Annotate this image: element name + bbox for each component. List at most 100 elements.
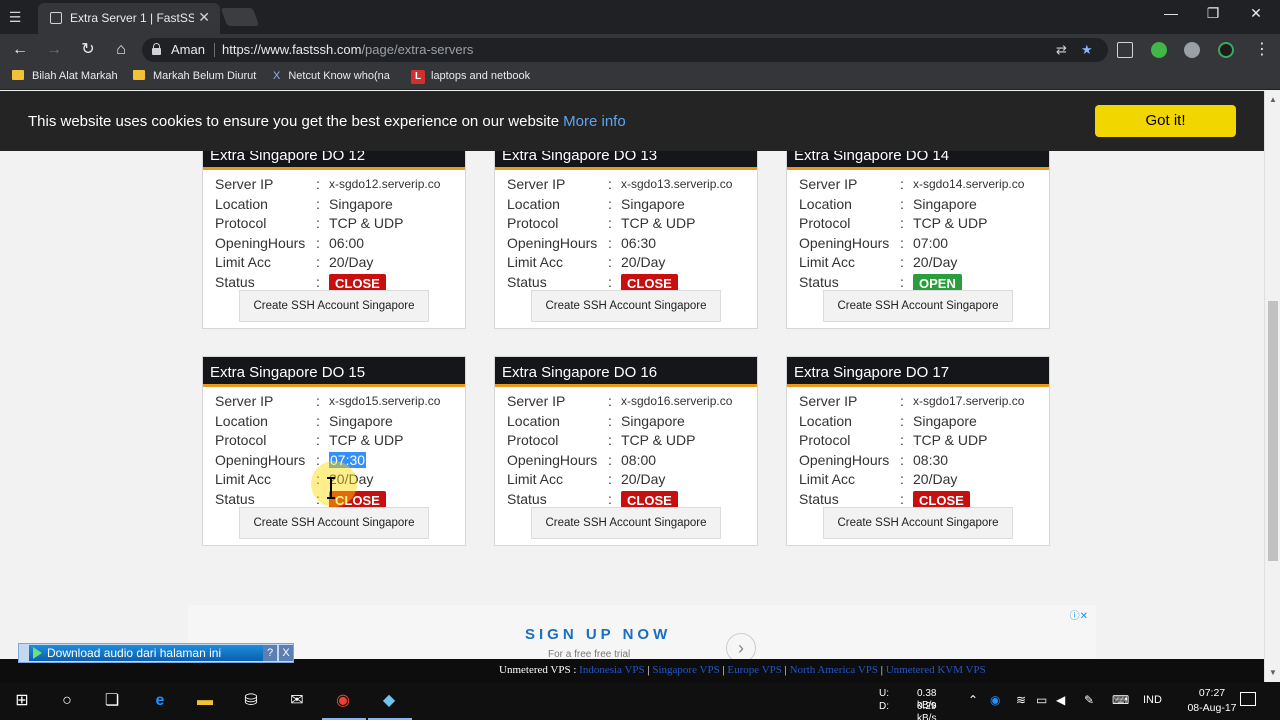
colon: : [608,195,612,212]
value-text: 20/Day [913,471,958,488]
detail-row: Server IP: x-sgdo12.serverip.co [215,176,460,196]
scroll-down-icon[interactable]: ▼ [1269,668,1277,677]
close-window-icon[interactable]: ✕ [1241,5,1271,22]
lock-icon[interactable] [152,43,161,55]
adchoices-icon[interactable]: ⓘ✕ [1070,607,1088,622]
detail-label: Status [507,490,547,507]
reload-icon[interactable]: ↻ [77,39,99,61]
chevron-up-icon[interactable]: ⌃ [968,693,978,707]
chrome-icon[interactable]: ◉ [332,690,354,712]
detail-row: OpeningHours:08:00 [507,452,752,472]
value-text: x-sgdo12.serverip.co [329,177,441,191]
create-ssh-account-button[interactable]: Create SSH Account Singapore [531,290,721,322]
scrollbar[interactable]: ▲ ▼ [1264,91,1280,682]
bookmark-folder[interactable]: Markah Belum Diurut [133,70,256,82]
detail-value: Singapore [329,196,393,212]
colon: : [900,471,904,488]
incognito-icon[interactable]: ☰ [6,8,24,26]
home-icon[interactable]: ⌂ [110,39,132,61]
extension-green-icon[interactable] [1151,42,1167,58]
colon: : [608,490,612,507]
language-indicator[interactable]: IND [1143,694,1162,706]
extension-gray-icon[interactable] [1184,42,1200,58]
bookmark-star-icon[interactable]: ★ [1081,42,1093,58]
edge-icon[interactable]: e [149,690,171,712]
colon: : [316,393,320,409]
detail-row: Protocol: TCP & UDP [215,215,460,235]
detail-row: OpeningHours:07:00 [799,235,1044,255]
app-icon[interactable]: ◆ [378,690,400,712]
extension-circle-icon[interactable] [1218,42,1234,58]
extension-badge-icon[interactable] [1117,42,1133,58]
bookmark-item[interactable]: Llaptops and netbook [411,70,530,84]
task-view-icon[interactable]: ❏ [101,690,123,712]
file-explorer-icon[interactable]: ▬ [194,690,216,712]
colon: : [900,234,904,251]
create-ssh-account-button[interactable]: Create SSH Account Singapore [823,290,1013,322]
detail-value: 06:00 [329,235,364,251]
bookmark-item[interactable]: X Netcut Know who(na [273,70,390,82]
detail-value: Singapore [329,413,393,429]
cortana-icon[interactable]: ○ [56,690,78,712]
menu-icon[interactable]: ⋮ [1251,39,1273,61]
tray-app-icon[interactable]: ◉ [990,693,1000,707]
got-it-button[interactable]: Got it! [1095,105,1236,137]
ad-headline[interactable]: SIGN UP NOW [525,626,671,643]
footer-link[interactable]: Europe VPS [727,664,782,676]
detail-label: Location [215,195,268,212]
close-button[interactable]: X [279,645,293,661]
notification-icon[interactable] [1240,692,1256,706]
bookmark-folder[interactable]: Bilah Alat Markah [12,70,118,82]
detail-row: Server IP: x-sgdo14.serverip.co [799,176,1044,196]
tab-bar: ☰ Extra Server 1 | FastSSH.com ✕ — ❐ ✕ [0,0,1280,34]
value-text: Singapore [913,412,977,429]
secure-label[interactable]: Aman [171,42,205,57]
restore-icon[interactable]: ❐ [1198,5,1228,22]
volume-icon[interactable]: ◀ [1056,693,1065,707]
separator: | [880,664,883,676]
footer-link[interactable]: Unmetered KVM VPS [886,664,986,676]
detail-value: TCP & UDP [329,432,403,448]
url-text[interactable]: https://www.fastssh.com/page/extra-serve… [222,42,473,57]
help-button[interactable]: ? [263,645,277,661]
back-icon[interactable]: ← [9,39,31,61]
address-bar[interactable]: Aman https://www.fastssh.com/page/extra-… [142,38,1108,62]
forward-icon[interactable]: → [43,39,65,61]
clock[interactable]: 07:27 08-Aug-17 [1187,686,1237,716]
store-icon[interactable]: ⛁ [240,690,262,712]
new-tab-button[interactable] [220,8,260,26]
more-info-link[interactable]: More info [563,113,626,130]
create-ssh-account-button[interactable]: Create SSH Account Singapore [239,290,429,322]
colon: : [316,195,320,212]
create-ssh-account-button[interactable]: Create SSH Account Singapore [823,507,1013,539]
translate-icon[interactable]: ⇄ [1056,42,1067,58]
create-ssh-account-button[interactable]: Create SSH Account Singapore [531,507,721,539]
url-path: /page/extra-servers [361,42,474,57]
scroll-thumb[interactable] [1268,301,1278,561]
server-name: Extra Singapore DO 16 [495,357,757,387]
mail-icon[interactable]: ✉ [286,690,308,712]
detail-value: 08:30 [913,452,948,468]
keyboard-icon[interactable]: ⌨ [1112,693,1129,707]
colon: : [608,234,612,251]
download-audio-button[interactable]: Download audio dari halaman ini [29,645,269,661]
scroll-up-icon[interactable]: ▲ [1269,95,1277,104]
footer-prefix: Unmetered VPS : [499,664,577,676]
footer-link[interactable]: Singapore VPS [652,664,719,676]
detail-label: Location [507,412,560,429]
browser-tab[interactable]: Extra Server 1 | FastSSH.com ✕ [38,3,220,34]
close-tab-icon[interactable]: ✕ [198,9,210,26]
battery-icon[interactable]: ▭ [1036,693,1047,707]
value-text: TCP & UDP [329,432,404,449]
footer-link[interactable]: North America VPS [790,664,878,676]
netcut-icon: X [273,70,281,82]
detail-row: Limit Acc:20/Day [215,254,460,274]
colon: : [608,393,612,409]
minimize-icon[interactable]: — [1156,5,1186,21]
windows-start-icon[interactable]: ⊞ [11,690,33,712]
create-ssh-account-button[interactable]: Create SSH Account Singapore [239,507,429,539]
wifi-icon[interactable]: ≋ [1016,693,1026,707]
footer-link[interactable]: Indonesia VPS [579,664,645,676]
pen-icon[interactable]: ✎ [1084,693,1094,707]
colon: : [900,490,904,507]
